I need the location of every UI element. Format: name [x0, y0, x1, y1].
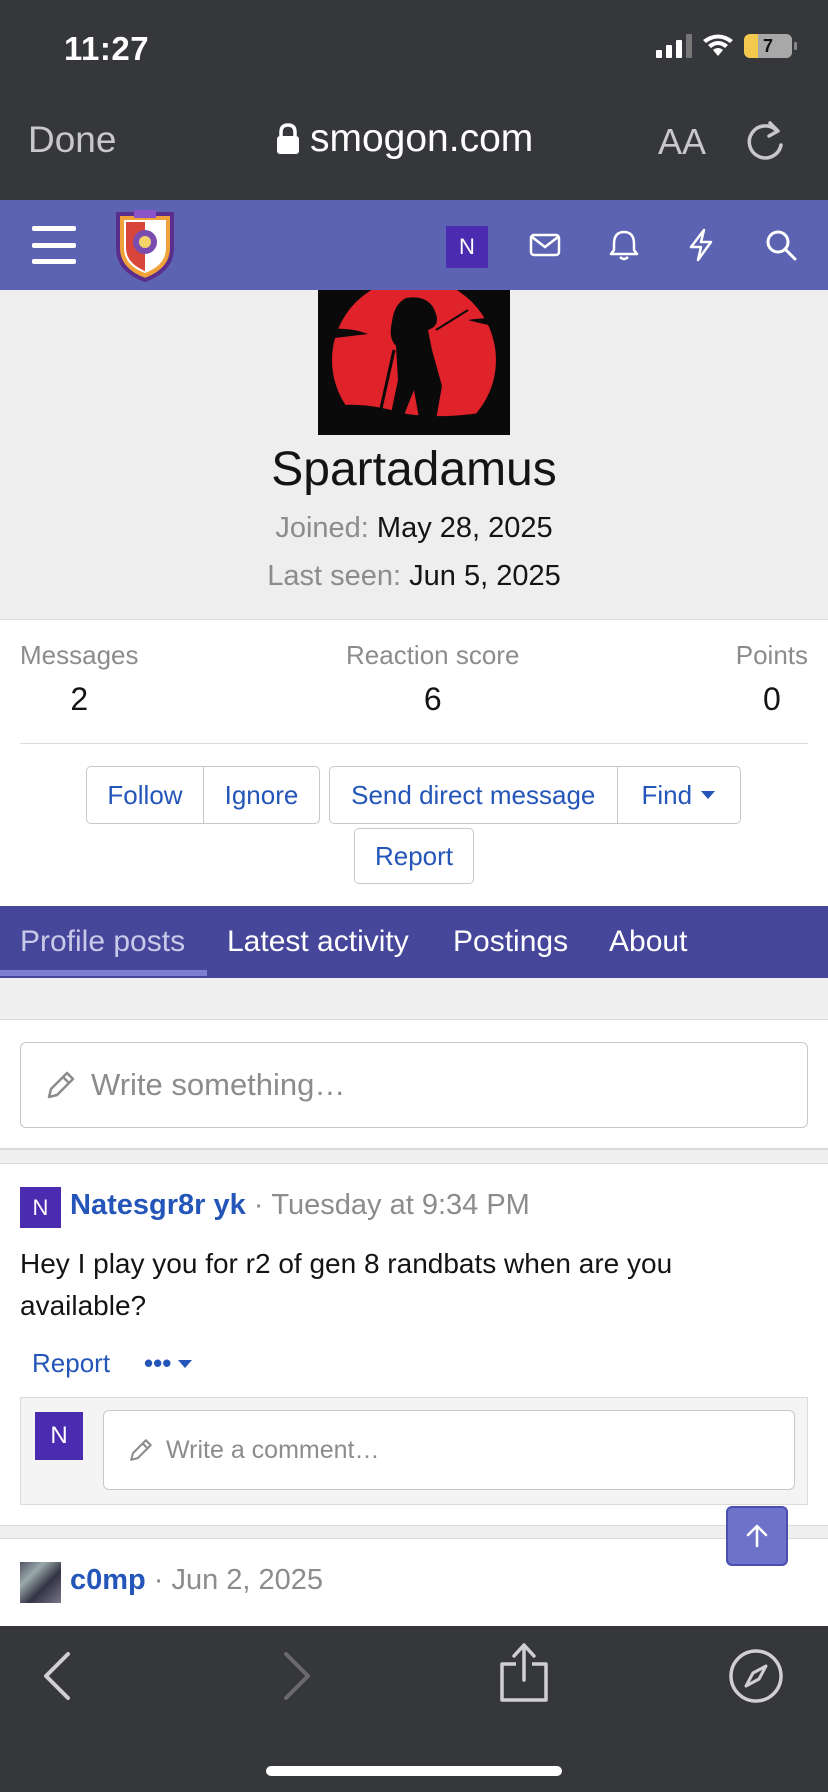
profile-post-composer: Write something… [0, 1020, 828, 1150]
caret-down-icon [178, 1359, 193, 1368]
profile-username: Spartadamus [271, 443, 557, 496]
share-icon[interactable] [498, 1642, 550, 1704]
last-seen-date: Jun 5, 2025 [409, 560, 561, 592]
section-divider [0, 1525, 828, 1539]
site-header: N [0, 200, 828, 290]
meta-separator: · [253, 1189, 264, 1221]
user-avatar[interactable]: N [446, 226, 488, 268]
send-direct-message-button[interactable]: Send direct message [330, 767, 617, 823]
stat-label: Messages [20, 640, 139, 670]
find-label: Find [641, 779, 693, 810]
tab-latest-activity[interactable]: Latest activity [227, 906, 409, 978]
battery-icon: 7 [744, 34, 797, 58]
write-placeholder: Write something… [91, 1067, 346, 1102]
joined-label: Joined: [275, 512, 369, 544]
stat-label: Reaction score [346, 640, 520, 670]
profile-post: c0mp · Jun 2, 2025 [0, 1540, 828, 1626]
comment-placeholder: Write a comment… [166, 1435, 380, 1464]
report-button[interactable]: Report [354, 828, 474, 884]
follow-button[interactable]: Follow [87, 767, 203, 823]
profile-post: N Natesgr8r yk · Tuesday at 9:34 PM Hey … [0, 1165, 828, 1525]
compass-icon[interactable] [728, 1648, 784, 1704]
stat-value: 2 [70, 681, 89, 717]
comment-area: N Write a comment… [20, 1397, 808, 1505]
tab-postings[interactable]: Postings [453, 906, 568, 978]
last-seen-line: Last seen: Jun 5, 2025 [0, 560, 828, 593]
smogon-logo[interactable] [110, 208, 180, 282]
tab-about[interactable]: About [609, 906, 687, 978]
stat-reaction-score[interactable]: Reaction score 6 [346, 640, 519, 718]
ignore-button[interactable]: Ignore [203, 767, 319, 823]
caret-down-icon [701, 791, 716, 799]
address-bar[interactable]: smogon.com [276, 117, 533, 161]
search-icon[interactable] [764, 228, 798, 262]
follow-ignore-group: Follow Ignore [86, 766, 320, 824]
joined-date: May 28, 2025 [376, 512, 553, 544]
stat-value: 0 [762, 681, 781, 717]
active-tab-indicator [0, 970, 207, 976]
status-indicators: 7 [656, 34, 797, 58]
post-timestamp[interactable]: Tuesday at 9:34 PM [271, 1189, 529, 1222]
forward-icon[interactable] [276, 1650, 316, 1702]
bolt-icon[interactable] [686, 228, 716, 262]
section-divider [0, 1150, 828, 1164]
status-bar: 11:27 7 [0, 0, 828, 95]
text-size-button[interactable]: AA [658, 121, 706, 163]
post-meta: c0mp · Jun 2, 2025 [70, 1564, 323, 1597]
url-text: smogon.com [310, 117, 534, 160]
battery-level: 7 [762, 35, 773, 56]
find-button[interactable]: Find [616, 767, 741, 823]
scroll-to-top-button[interactable] [726, 1506, 788, 1566]
cellular-signal-icon [656, 34, 692, 58]
profile-avatar[interactable] [318, 290, 510, 435]
arrow-up-icon [746, 1524, 768, 1548]
stat-points[interactable]: Points 0 [736, 640, 808, 718]
stat-label: Points [735, 640, 808, 670]
profile-banner: Spartadamus Joined: May 28, 2025 Last se… [0, 290, 828, 620]
write-comment-input[interactable]: Write a comment… [103, 1410, 795, 1490]
post-body: Hey I play you for r2 of gen 8 randbats … [20, 1248, 673, 1321]
status-time: 11:27 [64, 30, 150, 67]
meta-separator: · [153, 1564, 164, 1596]
back-icon[interactable] [38, 1650, 78, 1702]
tab-profile-posts[interactable]: Profile posts [20, 906, 185, 978]
profile-stats: Messages 2 Reaction score 6 Points 0 [20, 640, 808, 744]
stat-messages[interactable]: Messages 2 [20, 640, 139, 718]
last-seen-label: Last seen: [267, 560, 402, 592]
inbox-icon[interactable] [528, 228, 562, 262]
post-meta: Natesgr8r yk · Tuesday at 9:34 PM [70, 1189, 530, 1222]
message-find-group: Send direct message Find [329, 766, 741, 824]
post-timestamp[interactable]: Jun 2, 2025 [171, 1564, 323, 1597]
home-indicator [266, 1766, 562, 1776]
more-options-button[interactable]: ••• [144, 1348, 193, 1379]
joined-line: Joined: May 28, 2025 [0, 512, 828, 545]
more-dots: ••• [144, 1348, 172, 1378]
stat-value: 6 [423, 681, 442, 717]
post-author-link[interactable]: Natesgr8r yk [70, 1189, 246, 1222]
bell-icon[interactable] [608, 228, 640, 262]
section-divider [0, 978, 828, 1020]
post-author-avatar[interactable]: N [20, 1187, 61, 1228]
menu-icon[interactable] [32, 226, 76, 264]
post-author-link[interactable]: c0mp [70, 1564, 146, 1597]
profile-tabs: Profile posts Latest activity Postings A… [0, 906, 828, 978]
pencil-icon [130, 1439, 152, 1461]
post-report-link[interactable]: Report [32, 1348, 110, 1379]
browser-toolbar: Done smogon.com AA [0, 95, 828, 200]
post-actions: Report ••• [32, 1348, 193, 1379]
comment-avatar: N [35, 1412, 83, 1460]
write-something-input[interactable]: Write something… [20, 1042, 808, 1128]
reload-icon[interactable] [744, 117, 788, 165]
lock-icon [277, 123, 299, 154]
done-button[interactable]: Done [28, 119, 116, 161]
post-author-avatar[interactable] [20, 1562, 61, 1603]
pencil-icon [47, 1071, 75, 1099]
wifi-icon [703, 34, 733, 56]
